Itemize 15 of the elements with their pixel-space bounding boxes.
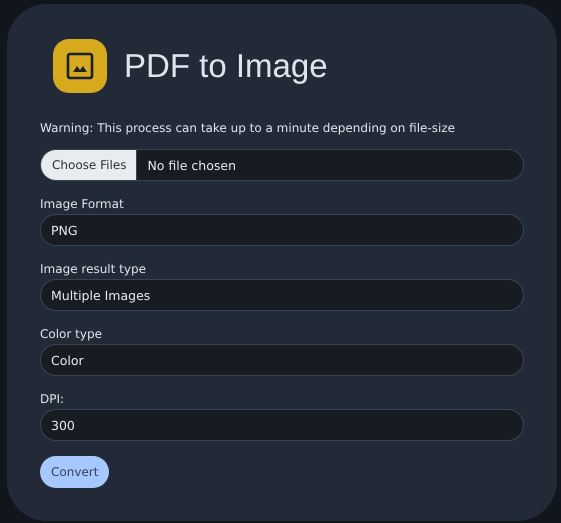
convert-button[interactable]: Convert [40, 456, 110, 488]
field-label: Color type [40, 327, 103, 341]
page-title: PDF to Image [124, 47, 328, 85]
choose-files-button[interactable]: Choose Files [41, 150, 138, 180]
input-field[interactable]: PNG [40, 214, 524, 246]
input-field[interactable]: 300 [40, 409, 524, 441]
field-label: DPI: [40, 392, 66, 406]
input-field[interactable]: Multiple Images [40, 279, 524, 311]
field-label: Image result type [40, 262, 147, 276]
input-field[interactable]: Color [40, 344, 524, 376]
file-status-text: No file chosen [146, 158, 236, 172]
warning-text: Warning: This process can take up to a minute depending on file-size [40, 121, 456, 135]
file-input[interactable]: Choose Files No file chosen [40, 149, 524, 181]
field-label: Image Format [40, 197, 125, 211]
image-icon [53, 39, 107, 93]
